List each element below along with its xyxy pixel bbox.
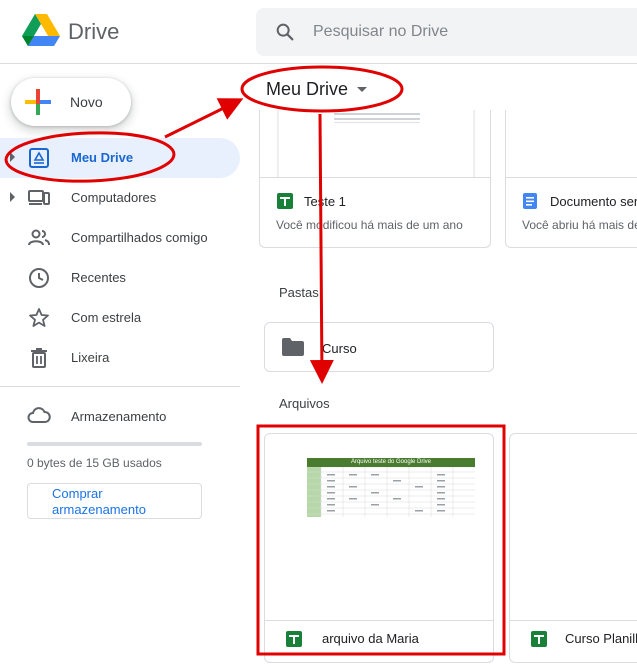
buy-storage-button[interactable]: Comprar armazenamento xyxy=(27,483,202,519)
new-button[interactable]: Novo xyxy=(11,78,131,126)
sidebar-item-recent[interactable]: Recentes xyxy=(0,258,240,298)
sidebar-item-my-drive[interactable]: Meu Drive xyxy=(0,138,240,178)
sheets-icon xyxy=(286,631,302,647)
clock-icon xyxy=(29,268,49,288)
storage-label[interactable]: Armazenamento xyxy=(71,409,166,424)
folders-section-label: Pastas xyxy=(279,285,319,300)
folder-name: Curso xyxy=(322,341,357,356)
sidebar-item-computers[interactable]: Computadores xyxy=(0,178,240,218)
sheet-thumbnail-preview: Arquivo teste do Google Drive xyxy=(283,456,475,518)
new-button-label: Novo xyxy=(70,94,103,110)
file-thumbnail xyxy=(506,110,637,178)
search-icon[interactable] xyxy=(274,21,296,43)
card-subtitle: Você modificou há mais de um ano xyxy=(276,218,463,232)
file-name: Curso Planilhas xyxy=(565,631,637,646)
suggested-card[interactable]: Teste 1 Você modificou há mais de um ano xyxy=(259,110,491,248)
card-title: Documento sem título xyxy=(550,194,637,209)
search-bar[interactable]: Pesquisar no Drive xyxy=(256,8,637,56)
search-input[interactable]: Pesquisar no Drive xyxy=(313,23,448,41)
sidebar-item-label: Recentes xyxy=(71,270,126,285)
files-section-label: Arquivos xyxy=(279,396,330,411)
sheets-icon xyxy=(277,193,293,209)
sidebar-item-label: Computadores xyxy=(71,190,157,205)
file-thumbnail xyxy=(260,110,490,178)
storage-usage-text: 0 bytes de 15 GB usados xyxy=(27,456,162,470)
chevron-down-icon[interactable] xyxy=(357,87,367,92)
shared-icon xyxy=(28,229,50,246)
trash-icon xyxy=(31,348,47,368)
sidebar-item-label: Lixeira xyxy=(71,350,110,365)
sheets-icon xyxy=(531,631,547,647)
my-drive-icon xyxy=(29,148,49,168)
preview-title: Arquivo teste do Google Drive xyxy=(307,458,475,467)
sidebar-item-shared[interactable]: Compartilhados comigo xyxy=(0,218,240,258)
docs-icon xyxy=(523,193,537,209)
sheet-thumbnail-preview xyxy=(277,110,475,178)
buy-storage-label: Comprar armazenamento xyxy=(52,486,146,517)
plus-icon xyxy=(25,89,51,115)
app-header: Drive Pesquisar no Drive xyxy=(0,0,637,64)
card-subtitle: Você abriu há mais de um ano xyxy=(522,218,637,232)
star-icon xyxy=(29,308,49,327)
cloud-icon xyxy=(27,407,51,423)
expand-caret-icon[interactable] xyxy=(10,152,15,162)
suggested-card[interactable]: Documento sem título Você abriu há mais … xyxy=(505,110,637,248)
file-card[interactable]: Curso Planilhas xyxy=(509,433,637,663)
sidebar-item-label: Com estrela xyxy=(71,310,142,325)
file-name: arquivo da Maria xyxy=(322,631,419,646)
card-divider xyxy=(265,620,493,621)
storage-progress-bar xyxy=(27,442,202,446)
card-title: Teste 1 xyxy=(304,194,346,209)
card-divider xyxy=(510,620,637,621)
folder-icon xyxy=(282,338,304,356)
sidebar-item-starred[interactable]: Com estrela xyxy=(0,298,240,338)
sidebar-item-trash[interactable]: Lixeira xyxy=(0,338,240,378)
computers-icon xyxy=(28,190,50,205)
annotation-arrow-to-title xyxy=(164,98,244,139)
sidebar-item-label: Compartilhados comigo xyxy=(71,230,208,245)
app-name: Drive xyxy=(68,19,120,44)
drive-logo-icon[interactable] xyxy=(22,14,60,48)
sidebar-divider xyxy=(0,386,240,387)
page-title[interactable]: Meu Drive xyxy=(266,79,348,100)
sidebar-item-label: Meu Drive xyxy=(71,150,134,165)
expand-caret-icon[interactable] xyxy=(10,192,15,202)
folder-item[interactable]: Curso xyxy=(264,322,494,372)
